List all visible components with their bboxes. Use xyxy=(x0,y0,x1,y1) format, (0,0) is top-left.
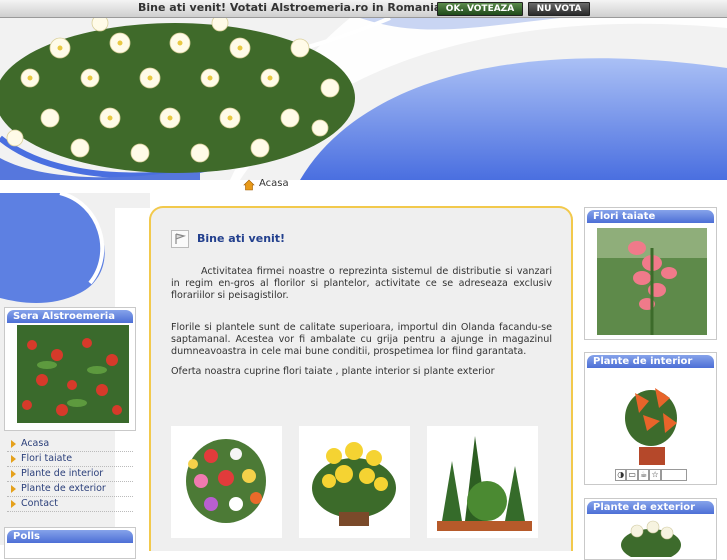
nav-item-plante-exterior[interactable]: Plante de exterior xyxy=(7,482,133,497)
polls-box-title: Polls xyxy=(7,530,133,543)
arrow-icon xyxy=(11,500,16,508)
nav-item-label: Contact xyxy=(21,498,58,509)
plante-interior-title: Plante de interior xyxy=(587,355,714,368)
plante-exterior-box: Plante de exterior xyxy=(584,498,717,560)
offer-paragraph: Oferta noastra cuprine flori taiate , pl… xyxy=(171,366,495,377)
arrow-icon xyxy=(11,440,16,448)
header-graphic xyxy=(0,18,727,180)
flori-taiate-title: Flori taiate xyxy=(587,210,714,223)
plante-exterior-title: Plante de exterior xyxy=(587,501,714,514)
star-icon[interactable]: ☆ xyxy=(649,469,661,481)
polls-box: Polls xyxy=(4,527,136,559)
intro-paragraph: Activitatea firmei noastre o reprezinta … xyxy=(171,266,552,301)
nav-item-plante-interior[interactable]: Plante de interior xyxy=(7,467,133,482)
cup-icon[interactable]: ☕ xyxy=(637,469,650,481)
nav-item-contact[interactable]: Contact xyxy=(7,497,133,512)
nav-item-label: Plante de exterior xyxy=(21,483,106,494)
arrow-icon xyxy=(11,455,16,463)
exterior-plant-photo[interactable] xyxy=(615,517,688,557)
sera-box-title: Sera Alstroemeria xyxy=(7,310,133,323)
vote-ok-button[interactable]: OK. VOTEAZA xyxy=(437,2,523,16)
left-navigation-menu: Acasa Flori taiate Plante de interior Pl… xyxy=(7,437,133,512)
frame-icon[interactable]: ▭ xyxy=(626,469,638,481)
header-banner xyxy=(0,18,727,180)
page-title: Bine ati venit! xyxy=(197,232,286,245)
flower-bouquet-image xyxy=(0,18,355,173)
top-banner: Bine ati venit! Votati Alstroemeria.ro i… xyxy=(0,0,727,18)
bouquet-product-image[interactable] xyxy=(171,426,282,538)
arrow-icon xyxy=(11,470,16,478)
contrast-icon[interactable]: ◑ xyxy=(615,469,627,481)
blank-tool-cell xyxy=(660,469,687,481)
nav-item-label: Plante de interior xyxy=(21,468,104,479)
plante-interior-box: Plante de interior xyxy=(584,352,717,485)
greenhouse-photo xyxy=(17,325,129,423)
nav-item-label: Acasa xyxy=(21,438,50,449)
home-icon[interactable] xyxy=(243,179,255,191)
sera-alstroemeria-box: Sera Alstroemeria xyxy=(4,307,136,431)
gladiolus-photo[interactable] xyxy=(597,228,707,335)
quality-paragraph: Florile si plantele sunt de calitate sup… xyxy=(171,322,552,357)
flori-taiate-box: Flori taiate xyxy=(584,207,717,340)
begonia-product-image[interactable] xyxy=(299,426,410,538)
nav-item-label: Flori taiate xyxy=(21,453,73,464)
page-icon xyxy=(171,230,189,248)
breadcrumb xyxy=(0,175,727,193)
vote-no-button[interactable]: NU VOTA xyxy=(528,2,590,16)
anthurium-photo[interactable] xyxy=(615,373,688,469)
arrow-icon xyxy=(11,485,16,493)
nav-item-acasa[interactable]: Acasa xyxy=(7,437,133,452)
main-content-panel: Bine ati venit! Activitatea firmei noast… xyxy=(149,206,573,551)
topiary-product-image[interactable] xyxy=(427,426,538,538)
breadcrumb-home-link[interactable]: Acasa xyxy=(259,178,289,189)
image-tools-strip: ◑ ▭ ☕ ☆ xyxy=(615,469,687,481)
nav-item-flori-taiate[interactable]: Flori taiate xyxy=(7,452,133,467)
